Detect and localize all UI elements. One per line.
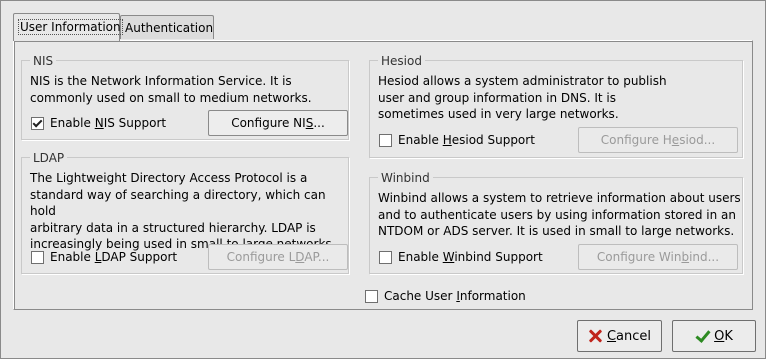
- cache-user-information-label: Cache User Information: [384, 289, 526, 303]
- enable-nis-checkbox[interactable]: Enable NIS Support: [31, 113, 166, 133]
- cache-user-information-checkbox[interactable]: Cache User Information: [365, 286, 526, 306]
- cancel-button-label: Cancel: [606, 328, 652, 344]
- enable-winbind-checkbox[interactable]: Enable Winbind Support: [379, 247, 543, 267]
- winbind-group: Winbind Winbind allows a system to retri…: [369, 170, 743, 274]
- enable-ldap-label: Enable LDAP Support: [50, 250, 178, 264]
- hesiod-group: Hesiod Hesiod allows a system administra…: [369, 53, 743, 158]
- cancel-button[interactable]: Cancel: [577, 320, 662, 352]
- enable-ldap-checkbox[interactable]: Enable LDAP Support: [31, 247, 177, 267]
- dialog-window: User Information Authentication NIS NIS …: [0, 0, 766, 359]
- enable-hesiod-checkbox[interactable]: Enable Hesiod Support: [379, 130, 535, 150]
- enable-nis-label: Enable NIS Support: [50, 116, 167, 130]
- checkbox-box[interactable]: [365, 289, 378, 303]
- configure-nis-button[interactable]: Configure NIS...: [208, 110, 348, 136]
- checkbox-box[interactable]: [379, 133, 392, 147]
- checkmark-icon: [695, 329, 709, 343]
- ldap-group: LDAP The Lightweight Directory Access Pr…: [21, 150, 349, 274]
- nis-group-title: NIS: [30, 53, 57, 69]
- hesiod-group-title: Hesiod: [378, 53, 425, 69]
- hesiod-description: Hesiod allows a system administrator to …: [378, 74, 667, 121]
- enable-hesiod-label: Enable Hesiod Support: [398, 133, 535, 147]
- configure-winbind-button[interactable]: Configure Winbind...: [578, 244, 738, 270]
- configure-hesiod-button[interactable]: Configure Hesiod...: [578, 127, 738, 153]
- checkbox-box[interactable]: [31, 116, 44, 130]
- tab-authentication[interactable]: Authentication: [120, 15, 214, 39]
- cancel-x-icon: [588, 329, 602, 343]
- winbind-group-title: Winbind: [378, 170, 433, 186]
- enable-winbind-label: Enable Winbind Support: [398, 250, 543, 264]
- ok-button[interactable]: OK: [672, 320, 756, 352]
- ldap-group-title: LDAP: [30, 150, 68, 166]
- winbind-description: Winbind allows a system to retrieve info…: [378, 191, 741, 238]
- nis-group: NIS NIS is the Network Information Servi…: [21, 53, 349, 140]
- user-information-panel: NIS NIS is the Network Information Servi…: [13, 40, 753, 310]
- checkbox-box[interactable]: [379, 250, 392, 264]
- ldap-description: The Lightweight Directory Access Protoco…: [30, 171, 336, 251]
- tab-user-information[interactable]: User Information: [13, 13, 123, 41]
- ok-button-label: OK: [714, 328, 733, 344]
- configure-ldap-button[interactable]: Configure LDAP...: [208, 244, 348, 270]
- nis-description: NIS is the Network Information Service. …: [30, 74, 312, 105]
- checkbox-box[interactable]: [31, 250, 44, 264]
